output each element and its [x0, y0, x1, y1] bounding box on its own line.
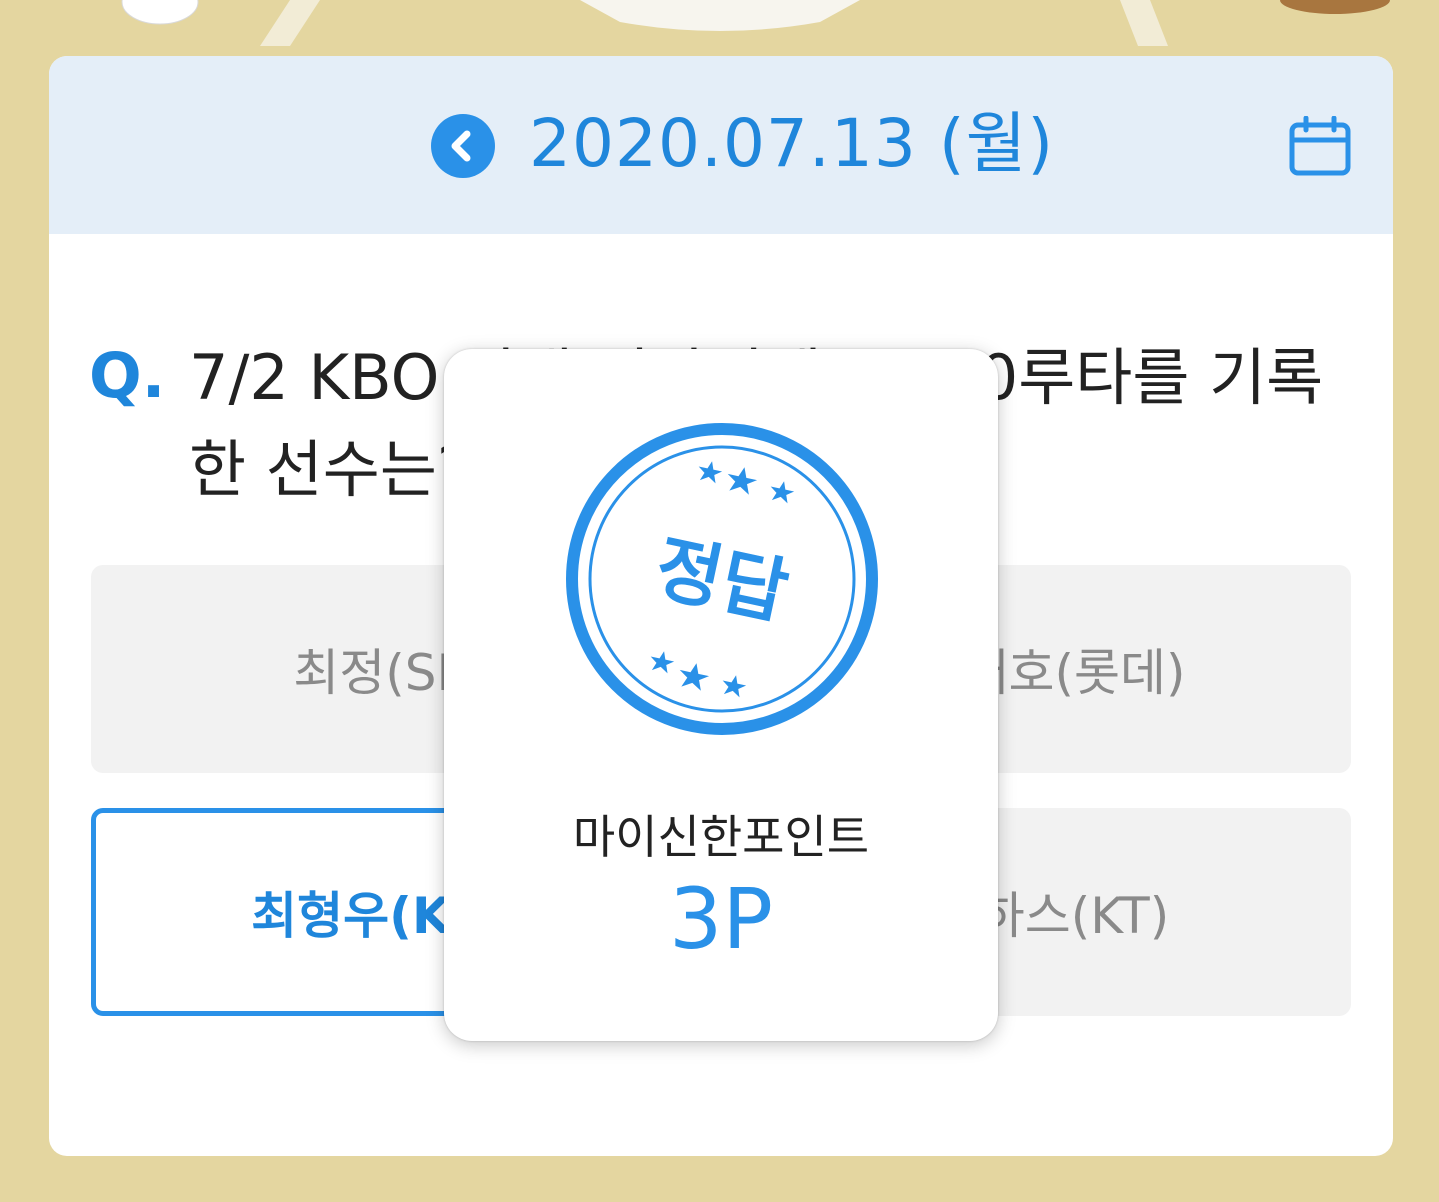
point-value: 3P	[668, 870, 774, 968]
current-date: 2020.07.13 (월)	[529, 105, 1055, 182]
correct-stamp: 정답	[566, 423, 878, 735]
date-bar: 2020.07.13 (월)	[49, 56, 1393, 234]
stamp-text: 정답	[648, 525, 795, 635]
calendar-icon	[1289, 115, 1351, 176]
result-modal[interactable]: 정답 마이신한포인트 3P	[444, 349, 998, 1041]
field-decoration	[121, 0, 1390, 46]
point-label: 마이신한포인트	[572, 810, 870, 864]
question-mark: Q.	[89, 339, 166, 412]
chevron-left-icon	[451, 130, 471, 162]
calendar-button[interactable]	[1287, 115, 1353, 178]
prev-date-button[interactable]	[431, 114, 495, 178]
